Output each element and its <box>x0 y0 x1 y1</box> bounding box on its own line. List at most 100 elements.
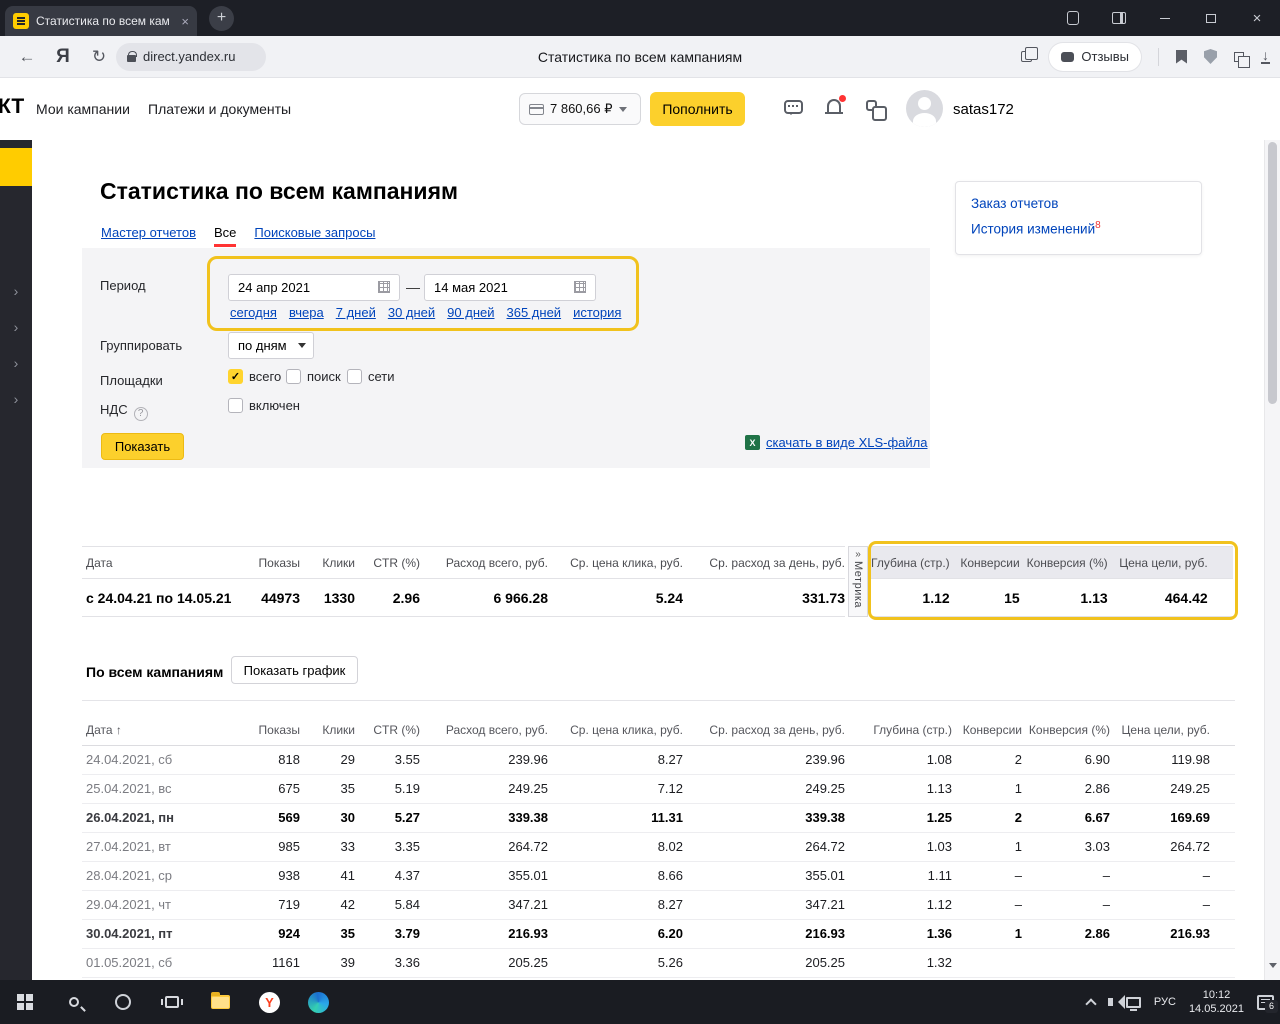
value-cell: 5.19 <box>355 774 420 804</box>
value-cell <box>1110 948 1235 978</box>
date-cell: 27.04.2021, вт <box>82 832 232 862</box>
bookmark-icon[interactable] <box>1176 49 1187 64</box>
avatar[interactable] <box>906 90 943 127</box>
campaigns-section-title: По всем кампаниям <box>86 664 224 680</box>
close-button[interactable]: × <box>1234 0 1280 36</box>
col-header-date-sort[interactable]: Дата ↑ <box>82 715 232 746</box>
nav-payments-documents[interactable]: Платежи и документы <box>148 101 291 117</box>
metrika-expander[interactable]: » Метрика <box>848 546 868 617</box>
value-cell: 3.35 <box>355 832 420 862</box>
side-panel-icon[interactable] <box>1096 0 1142 36</box>
value-cell: 5.26 <box>548 948 683 978</box>
platform-option-networks[interactable]: сети <box>347 369 395 384</box>
xls-download[interactable]: X скачать в виде XLS-файла <box>745 435 928 450</box>
minimize-button[interactable] <box>1142 0 1188 36</box>
vat-option[interactable]: включен <box>228 398 300 413</box>
collections-icon[interactable] <box>1234 51 1250 68</box>
share-icon[interactable] <box>1021 47 1039 62</box>
yandex-browser-button[interactable]: Y <box>245 980 294 1024</box>
yandex-browser-icon: Y <box>259 991 280 1013</box>
file-explorer-button[interactable] <box>196 980 245 1024</box>
edge-button[interactable] <box>294 980 343 1024</box>
apps-icon[interactable] <box>866 100 887 121</box>
protect-shield-icon[interactable] <box>1204 49 1217 64</box>
start-button[interactable] <box>0 980 49 1024</box>
volume-icon[interactable] <box>1107 995 1125 1009</box>
hidden-icons-chevron-icon[interactable] <box>1085 998 1097 1010</box>
taskbar: Y РУС 10:12 14.05.2021 6 <box>0 980 1280 1024</box>
value-cell: 675 <box>232 774 300 804</box>
tab-report-wizard[interactable]: Мастер отчетов <box>101 225 196 240</box>
topup-button[interactable]: Пополнить <box>650 92 745 126</box>
link-history[interactable]: история <box>573 305 621 320</box>
refresh-icon[interactable]: ↻ <box>82 47 116 67</box>
reviews-button[interactable]: Отзывы <box>1049 42 1141 71</box>
page-scrollbar[interactable] <box>1264 140 1280 980</box>
order-reports-link[interactable]: Заказ отчетов <box>971 196 1186 211</box>
value-cell: 8.02 <box>548 832 683 862</box>
table-row: 25.04.2021, вс 675 35 5.19 249.25 7.12 249.25 1… <box>82 774 1235 804</box>
value-cell: 818 <box>232 745 300 775</box>
action-center-icon[interactable]: 6 <box>1257 994 1278 1013</box>
show-button[interactable]: Показать <box>101 433 184 460</box>
date-to-input[interactable] <box>424 274 596 301</box>
new-tab-button[interactable]: + <box>209 5 234 31</box>
clock[interactable]: 10:12 14.05.2021 <box>1189 988 1244 1016</box>
group-select[interactable]: по дням <box>228 332 314 359</box>
tab-all[interactable]: Все <box>214 225 237 247</box>
browser-tab[interactable]: Статистика по всем кам × <box>5 6 197 36</box>
rail-chevron-icon[interactable]: › <box>0 355 32 371</box>
col-header: Цена цели, руб. <box>1107 546 1233 579</box>
date-cell: 25.04.2021, вс <box>82 774 232 804</box>
link-90-days[interactable]: 90 дней <box>447 305 494 320</box>
checkbox-checked-icon[interactable]: ✓ <box>228 369 243 384</box>
tab-close-icon[interactable]: × <box>181 15 189 28</box>
link-30-days[interactable]: 30 дней <box>388 305 435 320</box>
summary-metrika-table: Глубина (стр.) Конверсии Конверсия (%) Ц… <box>871 546 1233 617</box>
yandex-logo-icon[interactable]: Я <box>44 46 82 68</box>
maximize-button[interactable] <box>1188 0 1234 36</box>
taskbar-search-button[interactable] <box>49 980 98 1024</box>
change-history-link[interactable]: История изменений8 <box>971 220 1186 237</box>
calendar-icon[interactable] <box>574 281 586 293</box>
task-view-button[interactable] <box>147 980 196 1024</box>
address-bar[interactable]: direct.yandex.ru <box>116 42 266 71</box>
show-chart-button[interactable]: Показать график <box>231 656 358 684</box>
rail-chevron-icon[interactable]: › <box>0 283 32 299</box>
value-cell: 1.12 <box>845 890 952 920</box>
bell-icon[interactable] <box>825 99 843 114</box>
xls-download-link[interactable]: скачать в виде XLS-файла <box>766 435 928 450</box>
back-icon[interactable]: ← <box>10 47 44 67</box>
platform-option-total[interactable]: ✓ всего <box>228 369 281 384</box>
calendar-icon[interactable] <box>378 281 390 293</box>
help-icon[interactable]: ? <box>133 406 148 421</box>
date-from-input[interactable] <box>228 274 400 301</box>
link-yesterday[interactable]: вчера <box>289 305 324 320</box>
value-cell: 30 <box>300 803 355 833</box>
rail-chevron-icon[interactable]: › <box>0 391 32 407</box>
link-365-days[interactable]: 365 дней <box>507 305 562 320</box>
cortana-button[interactable] <box>98 980 147 1024</box>
chat-icon[interactable] <box>784 100 803 115</box>
rail-chevron-icon[interactable]: › <box>0 319 32 335</box>
value-cell: 41 <box>300 861 355 891</box>
downloads-icon[interactable]: ↓ <box>1261 48 1270 64</box>
value-cell: 3.79 <box>355 919 420 949</box>
devices-icon[interactable] <box>1050 0 1096 36</box>
checkbox-unchecked-icon[interactable] <box>228 398 243 413</box>
checkbox-unchecked-icon[interactable] <box>347 369 362 384</box>
value-cell: 205.25 <box>420 948 548 978</box>
platform-option-search[interactable]: поиск <box>286 369 341 384</box>
link-today[interactable]: сегодня <box>230 305 277 320</box>
scroll-down-icon[interactable] <box>1269 963 1277 972</box>
language-indicator[interactable]: РУС <box>1154 996 1176 1008</box>
tab-search-queries[interactable]: Поисковые запросы <box>254 225 375 240</box>
username[interactable]: satas172 <box>953 101 1014 118</box>
link-7-days[interactable]: 7 дней <box>336 305 376 320</box>
checkbox-unchecked-icon[interactable] <box>286 369 301 384</box>
col-header: Ср. расход за день, руб. <box>683 546 845 579</box>
scrollbar-thumb[interactable] <box>1268 142 1277 404</box>
network-icon[interactable] <box>1125 996 1141 1011</box>
nav-my-campaigns[interactable]: Мои кампании <box>36 101 130 117</box>
balance-dropdown[interactable]: 7 860,66 ₽ <box>519 93 641 125</box>
